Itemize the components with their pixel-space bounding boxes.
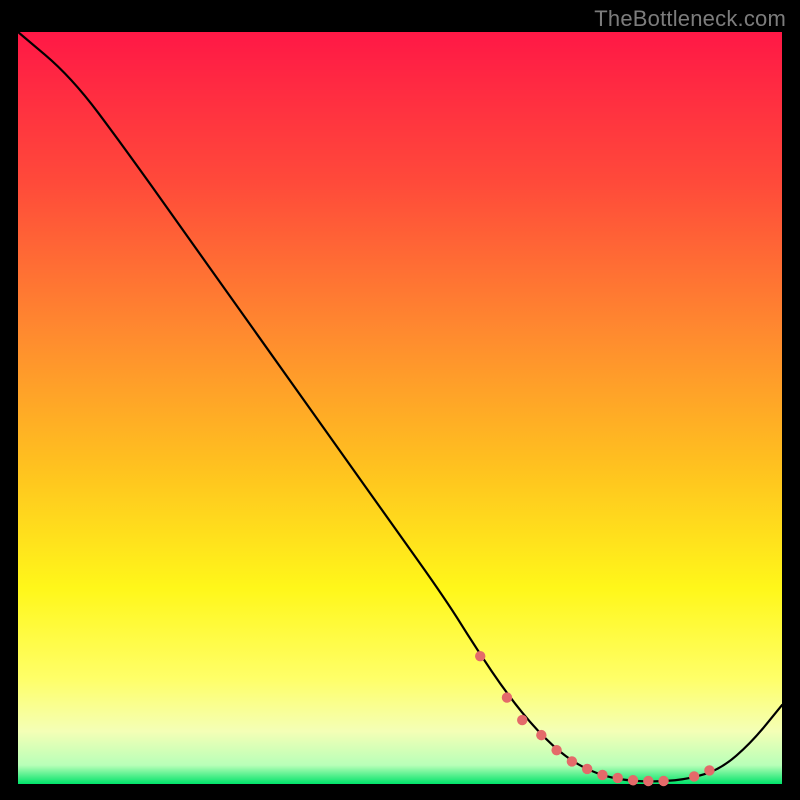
curve-marker [582,764,592,774]
curve-marker [643,776,653,786]
curve-marker [689,771,699,781]
curve-marker [658,776,668,786]
plot-background [18,32,782,784]
curve-marker [597,770,607,780]
curve-marker [628,775,638,785]
curve-marker [475,651,485,661]
attribution-text: TheBottleneck.com [594,6,786,32]
curve-marker [613,773,623,783]
curve-marker [551,745,561,755]
curve-marker [517,715,527,725]
curve-marker [704,765,714,775]
bottleneck-curve-chart [0,0,800,800]
curve-marker [567,756,577,766]
chart-stage: { "attribution": "TheBottleneck.com", "c… [0,0,800,800]
curve-marker [536,730,546,740]
curve-marker [502,692,512,702]
